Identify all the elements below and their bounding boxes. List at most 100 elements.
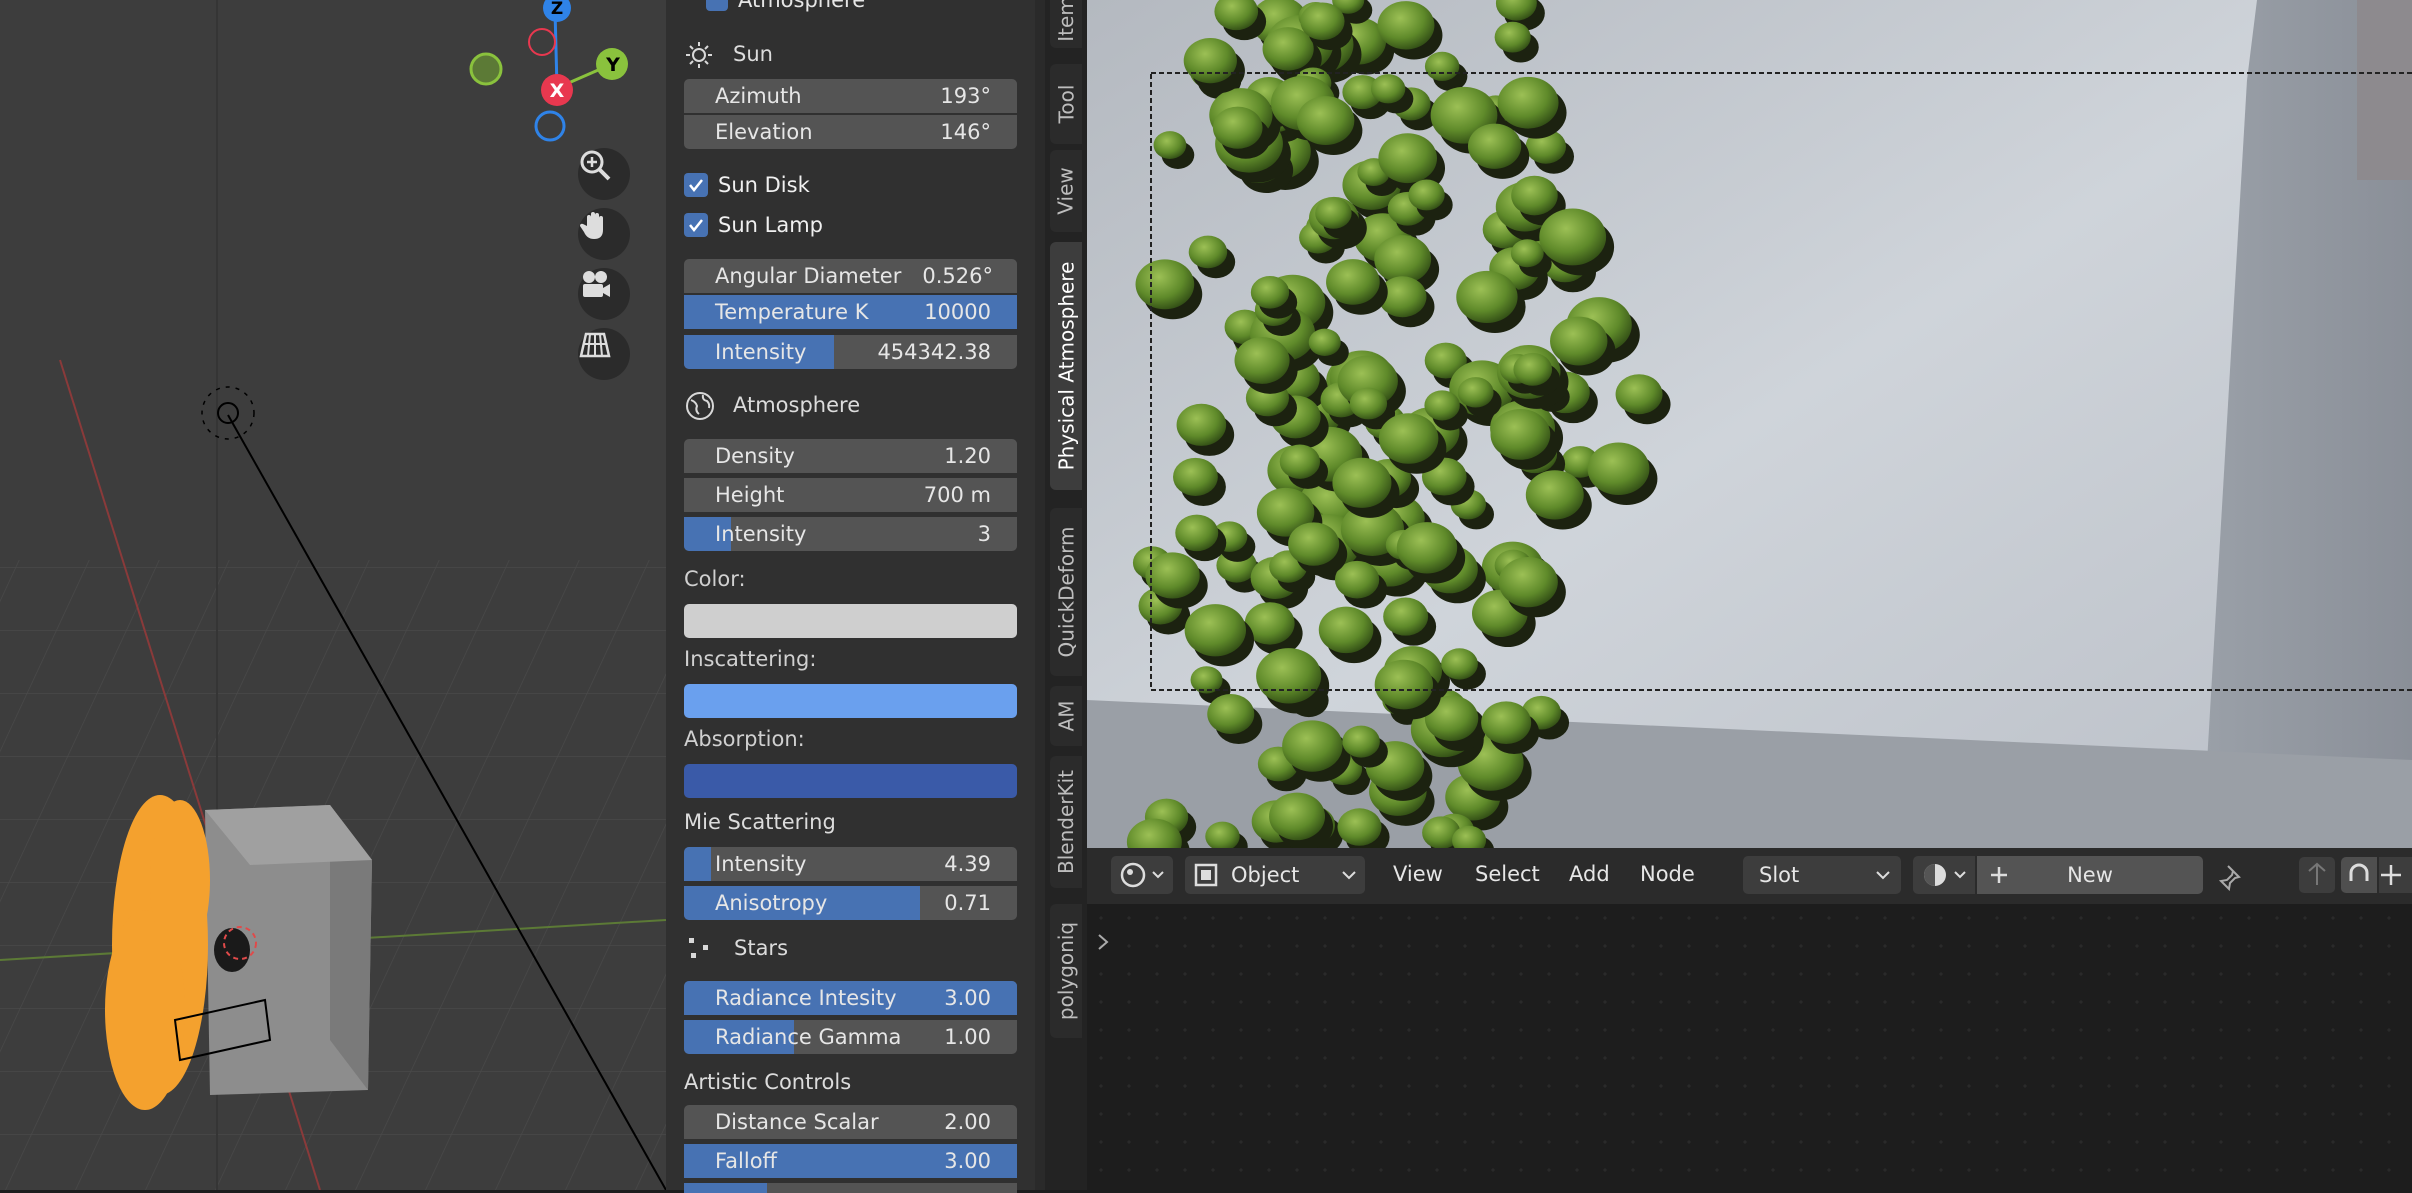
stars-icon <box>689 938 708 958</box>
sun-disk-checkbox[interactable] <box>684 173 708 197</box>
viewport-scene <box>0 0 666 1190</box>
color-swatch[interactable] <box>684 604 1017 638</box>
menu-view[interactable]: View <box>1393 862 1443 886</box>
sun-section-title: Sun <box>733 42 773 66</box>
zoom-icon[interactable] <box>578 148 630 200</box>
sun-lamp-checkbox[interactable] <box>684 213 708 237</box>
elevation-label: Elevation <box>715 120 813 144</box>
temperature-value: 10000 <box>924 300 991 324</box>
angular-diameter-label: Angular Diameter <box>715 264 902 288</box>
falloff-label: Falloff <box>715 1149 778 1173</box>
camera-view-icon[interactable] <box>578 268 630 320</box>
sun-intensity-label: Intensity <box>715 340 807 364</box>
node-editor-canvas[interactable] <box>1087 904 2412 1190</box>
tab-polygoniq[interactable]: polygoniq <box>1050 904 1082 1038</box>
mie-intensity-fill <box>684 847 711 881</box>
anisotropy-slider[interactable]: Anisotropy 0.71 <box>684 886 1017 920</box>
mie-intensity-slider[interactable]: Intensity 4.39 <box>684 847 1017 881</box>
chevron-down-icon <box>1342 871 1356 880</box>
tab-tool[interactable]: Tool <box>1050 64 1082 144</box>
anisotropy-value: 0.71 <box>944 891 991 915</box>
new-material-button[interactable]: New <box>1977 856 2203 894</box>
parent-node-tree-button[interactable] <box>2299 857 2335 893</box>
sun-lamp-toggle[interactable]: Sun Lamp <box>684 210 823 240</box>
mie-scattering-title: Mie Scattering <box>684 810 836 834</box>
sun-intensity-slider[interactable]: Intensity 454342.38 <box>684 335 1017 369</box>
slot-label: Slot <box>1759 863 1800 887</box>
gizmo-x-label: X <box>550 80 565 102</box>
3d-viewport[interactable]: Z Y X <box>0 0 666 1190</box>
absorption-swatch[interactable] <box>684 764 1017 798</box>
snap-grid-icon <box>2381 865 2401 885</box>
sun-disk-label: Sun Disk <box>718 173 810 197</box>
shader-type-dropdown[interactable]: Object <box>1185 856 1365 894</box>
chevron-down-icon <box>1876 871 1890 880</box>
gizmo-z-label: Z <box>551 0 563 19</box>
checkmark-icon <box>689 219 703 233</box>
plus-icon <box>1991 867 2007 883</box>
tab-am[interactable]: AM <box>1050 686 1082 746</box>
color-label: Color: <box>684 567 746 591</box>
falloff-slider[interactable]: Falloff 3.00 <box>684 1144 1017 1178</box>
material-sphere-icon <box>1924 864 1966 886</box>
inscattering-swatch[interactable] <box>684 684 1017 718</box>
node-editor-header: Object View Select Add Node Slot New <box>1087 848 2412 904</box>
tab-blenderkit[interactable]: BlenderKit <box>1050 756 1082 888</box>
artistic-controls-title: Artistic Controls <box>684 1070 852 1094</box>
height-label: Height <box>715 483 785 507</box>
radiance-intensity-label: Radiance Intesity <box>715 986 897 1010</box>
tab-view[interactable]: View <box>1050 150 1082 232</box>
density-value: 1.20 <box>944 444 991 468</box>
sun-disk-toggle[interactable]: Sun Disk <box>684 170 810 200</box>
elevation-value: 146° <box>940 120 991 144</box>
snap-toggle[interactable] <box>2341 857 2377 893</box>
menu-node[interactable]: Node <box>1640 862 1695 886</box>
atmosphere-intensity-slider[interactable]: Intensity 3 <box>684 517 1017 551</box>
pan-hand-icon[interactable] <box>578 208 630 260</box>
anisotropy-label: Anisotropy <box>715 891 828 915</box>
menu-select[interactable]: Select <box>1475 862 1540 886</box>
snap-element-button[interactable] <box>2379 857 2412 893</box>
radiance-gamma-slider[interactable]: Radiance Gamma 1.00 <box>684 1020 1017 1054</box>
radiance-gamma-value: 1.00 <box>944 1025 991 1049</box>
distance-scalar-field[interactable]: Distance Scalar 2.00 <box>684 1105 1017 1139</box>
height-field[interactable]: Height 700 m <box>684 478 1017 512</box>
menu-add[interactable]: Add <box>1569 862 1610 886</box>
radiance-intensity-slider[interactable]: Radiance Intesity 3.00 <box>684 981 1017 1015</box>
falloff-value: 3.00 <box>944 1149 991 1173</box>
angular-diameter-field[interactable]: Angular Diameter 0.526° <box>684 259 1017 293</box>
density-label: Density <box>715 444 795 468</box>
pin-icon[interactable] <box>2217 862 2247 892</box>
navigation-gizmo[interactable]: Z Y X <box>460 0 640 150</box>
partial-slider-fill <box>684 1183 768 1193</box>
temperature-slider[interactable]: Temperature K 10000 <box>684 295 1017 329</box>
partial-slider[interactable] <box>684 1183 1017 1193</box>
density-field[interactable]: Density 1.20 <box>684 439 1017 473</box>
height-value: 700 m <box>923 483 991 507</box>
sun-icon <box>686 42 712 68</box>
sidebar-tabs: Item Tool View Physical Atmosphere Quick… <box>1045 0 1087 1190</box>
chevron-right-icon[interactable] <box>1095 932 1111 952</box>
render-preview <box>1087 0 2412 848</box>
magnet-icon <box>2349 863 2369 881</box>
slot-dropdown[interactable]: Slot <box>1743 856 1901 894</box>
azimuth-field[interactable]: Azimuth 193° <box>684 79 1017 113</box>
material-browse-button[interactable] <box>1913 856 1975 894</box>
editor-type-button[interactable] <box>1111 856 1173 894</box>
panel-header-label: Atmosphere <box>738 0 866 12</box>
perspective-grid-icon[interactable] <box>578 328 630 380</box>
atmosphere-panel-header[interactable]: Atmosphere <box>706 0 865 12</box>
atmosphere-enable-checkbox[interactable] <box>706 0 728 11</box>
tab-physical-atmosphere[interactable]: Physical Atmosphere <box>1050 242 1082 490</box>
tab-item[interactable]: Item <box>1050 0 1082 48</box>
tab-quickdeform[interactable]: QuickDeform <box>1050 508 1082 676</box>
arrow-up-icon <box>2308 862 2326 885</box>
physical-atmosphere-panel: Atmosphere Sun Azimuth 193° Elevation 14… <box>666 0 1045 1193</box>
sidebar-scrollbar[interactable] <box>1035 0 1045 1190</box>
node-editor-icon <box>1120 862 1164 888</box>
radiance-gamma-label: Radiance Gamma <box>715 1025 902 1049</box>
elevation-field[interactable]: Elevation 146° <box>684 115 1017 149</box>
shader-type-label: Object <box>1231 863 1300 887</box>
stars-section-title: Stars <box>734 936 789 960</box>
render-viewport[interactable] <box>1087 0 2412 848</box>
